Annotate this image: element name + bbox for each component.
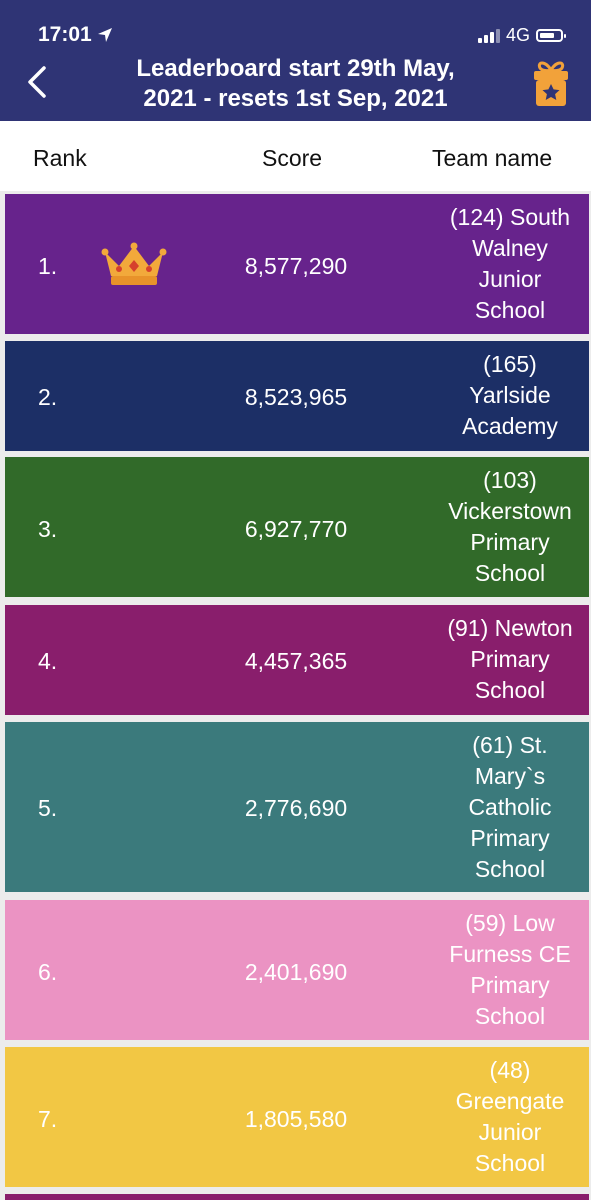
team-name-line: (165) xyxy=(483,351,537,377)
battery-icon xyxy=(536,29,566,42)
back-chevron-icon[interactable] xyxy=(22,62,52,102)
crown-icon xyxy=(101,242,167,285)
row-score: 1,805,580 xyxy=(244,1106,348,1132)
team-name-line: Primary xyxy=(470,646,550,672)
leaderboard-row-partial[interactable] xyxy=(5,1194,589,1200)
team-name-line: Mary`s xyxy=(474,763,546,789)
team-name-line: Furness CE xyxy=(449,941,571,967)
team-name-line: (91) Newton xyxy=(447,615,573,641)
team-name-line: Greengate xyxy=(455,1088,565,1114)
team-name-line: Junior xyxy=(478,266,542,292)
row-score: 2,401,690 xyxy=(244,959,348,985)
leaderboard-row[interactable]: 4. 4,457,365 (91) Newton Primary School xyxy=(5,605,589,715)
page-title-line-2: 2021 - resets 1st Sep, 2021 xyxy=(143,85,448,112)
row-score: 8,523,965 xyxy=(244,384,348,410)
team-name-line: Primary xyxy=(470,529,550,555)
team-name-line: School xyxy=(474,560,546,586)
row-rank: 6. xyxy=(38,959,58,985)
page-title-line-1: Leaderboard start 29th May, xyxy=(136,55,455,82)
team-name-line: School xyxy=(474,677,546,703)
team-name-line: (48) xyxy=(489,1057,531,1083)
team-name-line: School xyxy=(474,856,546,882)
row-team-name: (91) Newton Primary School xyxy=(437,613,583,706)
row-score: 4,457,365 xyxy=(244,648,348,674)
leaderboard-row[interactable]: 7. 1,805,580 (48) Greengate Junior Schoo… xyxy=(5,1047,589,1187)
row-rank: 3. xyxy=(38,516,58,542)
team-name-line: Primary xyxy=(470,972,550,998)
signal-icon xyxy=(477,28,500,43)
page-title: Leaderboard start 29th May, 2021 - reset… xyxy=(90,54,501,114)
row-team-name: (59) Low Furness CE Primary School xyxy=(437,908,583,1032)
team-name-line: Catholic xyxy=(468,794,552,820)
status-indicators: 4G xyxy=(477,25,566,46)
column-header-rank: Rank xyxy=(33,145,87,171)
leaderboard-row[interactable]: 5. 2,776,690 (61) St. Mary`s Catholic Pr… xyxy=(5,722,589,892)
leaderboard-row[interactable]: 6. 2,401,690 (59) Low Furness CE Primary… xyxy=(5,900,589,1040)
team-name-line: (103) xyxy=(483,467,537,493)
row-team-name: (103) Vickerstown Primary School xyxy=(437,465,583,589)
row-rank: 4. xyxy=(38,648,58,674)
network-label: 4G xyxy=(505,25,530,45)
team-name-line: School xyxy=(474,1150,546,1176)
team-name-line: Yarlside xyxy=(469,382,551,408)
leaderboard-row[interactable]: 1. 8,577,290 (124) South Walney Junior S… xyxy=(5,194,589,334)
row-team-name: (165) Yarlside Academy xyxy=(437,349,583,442)
team-name-line: Academy xyxy=(462,413,558,439)
row-score: 6,927,770 xyxy=(244,516,348,542)
gift-star-icon[interactable] xyxy=(531,58,571,108)
row-team-name: (61) St. Mary`s Catholic Primary School xyxy=(437,730,583,885)
team-name-line: Primary xyxy=(470,825,550,851)
team-name-line: School xyxy=(474,1003,546,1029)
column-header-team: Team name xyxy=(432,145,553,171)
column-header-score: Score xyxy=(262,145,323,171)
team-name-line: Vickerstown xyxy=(448,498,572,524)
row-score: 2,776,690 xyxy=(244,795,348,821)
row-score: 8,577,290 xyxy=(244,253,348,279)
team-name-line: Walney xyxy=(472,235,548,261)
row-team-name: (124) South Walney Junior School xyxy=(437,202,583,326)
row-rank: 7. xyxy=(38,1106,58,1132)
team-name-line: (124) South xyxy=(449,204,571,230)
team-name-line: (61) St. xyxy=(472,732,548,758)
leaderboard-row[interactable]: 2. 8,523,965 (165) Yarlside Academy xyxy=(5,341,589,451)
nav-bar: 17:01 4G Leaderboard start 29th May, 202… xyxy=(0,0,591,121)
team-name-line: School xyxy=(474,297,546,323)
row-rank: 2. xyxy=(38,384,58,410)
status-time: 17:01 xyxy=(38,23,113,47)
location-arrow-icon xyxy=(97,28,112,42)
row-rank: 1. xyxy=(38,253,58,279)
leaderboard-row[interactable]: 3. 6,927,770 (103) Vickerstown Primary S… xyxy=(5,457,589,597)
team-name-line: Junior xyxy=(478,1119,542,1145)
row-rank: 5. xyxy=(38,795,58,821)
clock: 17:01 xyxy=(38,23,92,46)
team-name-line: (59) Low xyxy=(465,910,555,936)
table-header: Rank Score Team name xyxy=(0,121,591,191)
row-team-name: (48) Greengate Junior School xyxy=(437,1055,583,1179)
